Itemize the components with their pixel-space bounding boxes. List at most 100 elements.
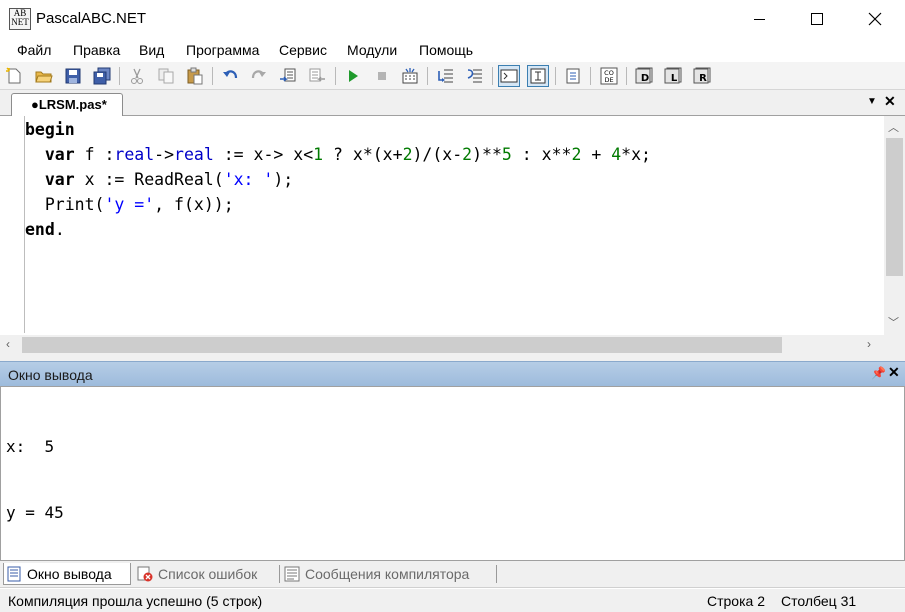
error-list-icon	[137, 566, 153, 582]
code-token: begin	[25, 120, 75, 139]
indent-button[interactable]	[277, 65, 299, 87]
scroll-right-icon[interactable]: ›	[867, 337, 871, 351]
scroll-left-icon[interactable]: ‹	[6, 337, 10, 351]
close-window-button[interactable]	[846, 0, 904, 38]
scrollbar-thumb[interactable]	[886, 138, 903, 276]
tab-error-list[interactable]: Список ошибок	[135, 563, 257, 585]
collapse-icon	[566, 68, 580, 84]
code-token: , f(x));	[154, 195, 234, 214]
debug-l-icon: L	[664, 67, 682, 84]
code-token: real	[174, 145, 214, 164]
code-token: 2	[462, 145, 473, 164]
save-button[interactable]	[62, 65, 84, 87]
copy-icon	[158, 68, 174, 84]
code-token: *x;	[621, 145, 651, 164]
code-token: Print(	[25, 195, 105, 214]
output-window-toggle[interactable]	[498, 65, 520, 87]
scissors-icon	[131, 68, 143, 84]
code-line[interactable]: var f :real->real := x-> x<1 ? x*(x+2)/(…	[25, 142, 651, 167]
run-button[interactable]	[342, 65, 364, 87]
code-templates-button[interactable]: CO DE	[598, 65, 620, 87]
stop-icon	[378, 72, 386, 80]
open-folder-icon	[35, 71, 53, 83]
code-line[interactable]: end.	[25, 217, 651, 242]
step-into-button[interactable]	[435, 65, 457, 87]
code-text[interactable]: begin var f :real->real := x-> x<1 ? x*(…	[25, 117, 651, 242]
output-window-icon	[7, 566, 21, 581]
new-file-icon	[6, 67, 21, 84]
show-text-toggle[interactable]	[527, 65, 549, 87]
code-token: 2	[402, 145, 413, 164]
code-line[interactable]: Print('y =', f(x));	[25, 192, 651, 217]
tab-compiler-messages[interactable]: Сообщения компилятора	[282, 563, 469, 585]
code-token: var	[25, 145, 75, 164]
menu-view[interactable]: Вид	[139, 42, 164, 58]
minimize-button[interactable]	[730, 0, 788, 38]
toolbar-separator	[590, 67, 591, 85]
pascalabc-app-icon[interactable]: AB NET	[9, 8, 31, 30]
code-token: x := ReadReal(	[74, 170, 224, 189]
close-tab-icon[interactable]: ✕	[884, 93, 896, 110]
undo-icon	[223, 70, 238, 79]
close-panel-icon[interactable]: ✕	[888, 364, 900, 381]
minimize-icon	[753, 18, 765, 20]
output-panel-title: Окно вывода	[8, 367, 93, 383]
debug-d-button[interactable]: D	[633, 65, 655, 87]
status-bar: Компиляция прошла успешно (5 строк) Стро…	[0, 589, 905, 612]
save-all-button[interactable]	[91, 65, 113, 87]
cursor-row: Строка 2	[707, 593, 766, 609]
compile-button[interactable]	[399, 65, 421, 87]
scrollbar-thumb[interactable]	[22, 337, 782, 353]
pin-icon[interactable]: 📌	[871, 366, 886, 380]
chevron-down-icon[interactable]: ▼	[867, 96, 877, 107]
title-bar: AB NET PascalABC.NET	[0, 0, 905, 38]
cut-button[interactable]	[126, 65, 148, 87]
toolbar-separator	[119, 67, 120, 85]
horizontal-scrollbar[interactable]: ‹ ›	[0, 335, 884, 355]
tab-label: Список ошибок	[158, 566, 258, 582]
output-text: x: 5 y = 45	[6, 392, 64, 568]
cursor-column: Столбец 31	[781, 593, 857, 609]
code-line[interactable]: begin	[25, 117, 651, 142]
maximize-button[interactable]	[788, 0, 846, 38]
menu-file[interactable]: Файл	[17, 42, 51, 58]
scroll-down-icon[interactable]: ﹀	[888, 314, 899, 330]
code-token: f :	[74, 145, 115, 164]
undo-button[interactable]	[219, 65, 241, 87]
floppy-disk-icon	[65, 68, 81, 84]
copy-button[interactable]	[155, 65, 177, 87]
code-token: +	[581, 145, 612, 164]
menu-program[interactable]: Программа	[186, 42, 259, 58]
clipboard-icon	[187, 67, 203, 85]
debug-d-icon: D	[635, 67, 653, 84]
document-tab[interactable]: ●LRSM.pas*	[11, 93, 123, 116]
step-over-button[interactable]	[464, 65, 486, 87]
code-token: 1	[313, 145, 324, 164]
menu-help[interactable]: Помощь	[419, 42, 473, 58]
code-token: ->	[154, 145, 175, 164]
status-message: Компиляция прошла успешно (5 строк)	[8, 593, 263, 609]
unindent-button[interactable]	[306, 65, 328, 87]
collapse-regions-button[interactable]	[562, 65, 584, 87]
open-file-button[interactable]	[33, 65, 55, 87]
redo-button[interactable]	[248, 65, 270, 87]
debug-l-button[interactable]: L	[662, 65, 684, 87]
stop-button[interactable]	[371, 65, 393, 87]
code-line[interactable]: var x := ReadReal('x: ');	[25, 167, 651, 192]
code-token: var	[25, 170, 75, 189]
code-token: )/(x-	[412, 145, 463, 164]
menu-modules[interactable]: Модули	[347, 42, 397, 58]
menu-service[interactable]: Сервис	[279, 42, 327, 58]
tab-output-window[interactable]: Окно вывода	[3, 563, 131, 585]
debug-r-button[interactable]: R	[691, 65, 713, 87]
bottom-tab-strip: Окно вывода Список ошибок Сообщения комп…	[0, 561, 905, 588]
menu-edit[interactable]: Правка	[73, 42, 120, 58]
vertical-scrollbar[interactable]: ︿ ﹀	[884, 116, 905, 335]
redo-icon	[251, 70, 266, 79]
paste-button[interactable]	[184, 65, 206, 87]
code-token: .	[54, 220, 65, 239]
output-window[interactable]: x: 5 y = 45	[0, 386, 905, 561]
scroll-up-icon[interactable]: ︿	[888, 119, 899, 135]
new-file-button[interactable]	[3, 65, 25, 87]
toolbar: CO DE D L R	[0, 62, 905, 90]
